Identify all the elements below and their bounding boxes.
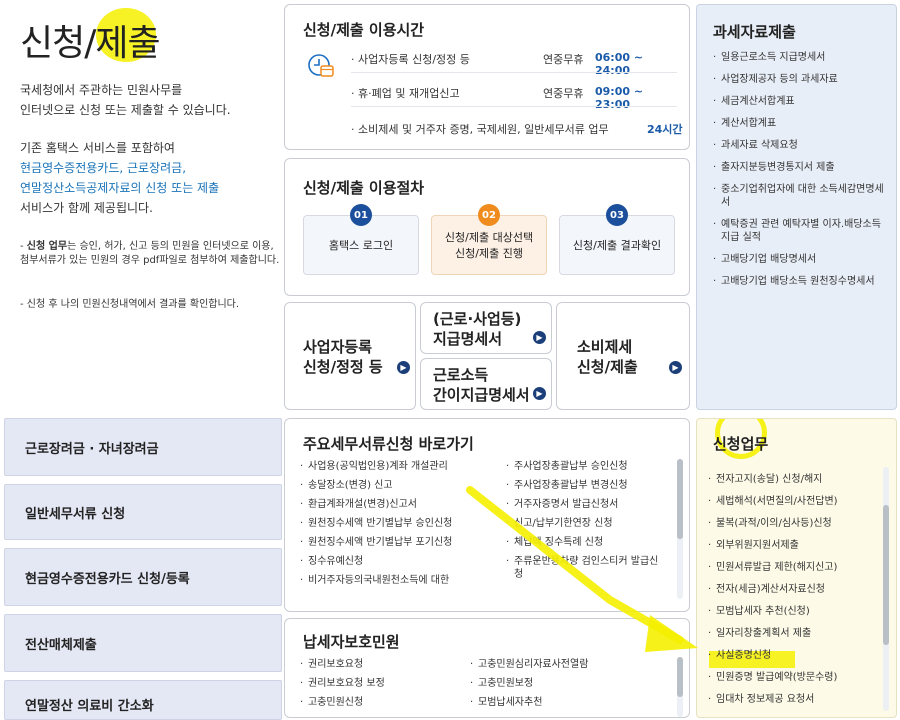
side-button-cash-receipt[interactable]: 현금영수증전용카드 신청/등록	[4, 548, 282, 606]
page-title: 신청/제출	[20, 23, 161, 64]
list-item[interactable]: 출자지분등변경통지서 제출	[711, 161, 891, 174]
protection-title: 납세자보호민원	[303, 633, 400, 651]
list-item[interactable]: 권리보호요청 보정	[299, 674, 459, 693]
tax-submit-title: 과세자료제출	[713, 23, 796, 41]
arrow-right-circle-icon: ▶	[533, 387, 546, 400]
side-button-media-submit[interactable]: 전산매체제출	[4, 614, 282, 672]
side-button-incentive[interactable]: 근로장려금 · 자녀장려금	[4, 418, 282, 476]
arrow-right-circle-icon: ▶	[397, 361, 410, 374]
arrow-right-circle-icon: ▶	[533, 331, 546, 344]
divider	[351, 106, 677, 107]
main-docs-title: 주요세무서류신청 바로가기	[303, 435, 474, 453]
arrow-right-circle-icon: ▶	[669, 361, 682, 374]
protection-list-1: 권리보호요청 권리보호요청 보정 고충민원신청	[299, 655, 459, 712]
procedure-title: 신청/제출 이용절차	[303, 179, 425, 197]
list-item[interactable]: 사업장제공자 등의 과세자료	[711, 73, 891, 86]
procedure-panel: 신청/제출 이용절차 홈택스 로그인 신청/제출 대상선택 신청/제출 진행 신…	[284, 158, 690, 296]
list-item[interactable]: 과세자료 삭제요청	[711, 139, 891, 152]
list-item[interactable]: 임대차 정보제공 요청서	[707, 693, 877, 706]
tax-submit-panel: 과세자료제출 일용근로소득 지급명세서 사업장제공자 등의 과세자료 세금계산서…	[696, 4, 897, 410]
hours-title: 신청/제출 이용시간	[303, 21, 425, 39]
scrollbar-thumb[interactable]	[883, 505, 889, 645]
side-button-general-docs[interactable]: 일반세무서류 신청	[4, 484, 282, 540]
highlight-arrow	[466, 486, 698, 652]
simple-stmt-button[interactable]: 근로소득 간이지급명세서 ▶	[420, 358, 552, 410]
hours-row: · 사업자등록 신청/정정 등 연중무휴 06:00 ~ 24:00	[351, 51, 644, 77]
list-item[interactable]: 민원증명 발급예약(방문수령)	[707, 671, 877, 684]
scrollbar[interactable]	[883, 467, 889, 711]
hours-row: · 휴·폐업 및 재개업신고 연중무휴 09:00 ~ 23:00	[351, 85, 644, 111]
list-item[interactable]: 일용근로소득 지급명세서	[711, 51, 891, 64]
list-item[interactable]: 세금계산서합계표	[711, 95, 891, 108]
list-item[interactable]: 고충민원보정	[469, 674, 649, 693]
list-item[interactable]: 계산서합계표	[711, 117, 891, 130]
apply-work-title: 신청업무	[713, 435, 769, 453]
intro-text-2: 기존 홈택스 서비스를 포함하여 현금영수증전용카드, 근로장려금, 연말정산소…	[20, 141, 220, 215]
step-number: 03	[606, 204, 628, 226]
note-1: - 신청 업무는 승인, 허가, 신고 등의 민원을 인터넷으로 이용, 첨부서…	[20, 241, 280, 266]
pay-stmt-button[interactable]: (근로·사업등) 지급명세서 ▶	[420, 302, 552, 354]
list-item[interactable]: 고충민원신청	[299, 693, 459, 712]
list-item[interactable]: 고배당기업 배당명세서	[711, 253, 891, 266]
side-button-medical[interactable]: 연말정산 의료비 간소화	[4, 680, 282, 720]
tax-submit-list: 일용근로소득 지급명세서 사업장제공자 등의 과세자료 세금계산서합계표 계산서…	[711, 51, 891, 297]
list-item[interactable]: 권리보호요청	[299, 655, 459, 674]
hours-row: · 소비제세 및 거주자 증명, 국제세원, 일반세무서류 업무 24시간	[351, 123, 683, 136]
step-number: 01	[350, 204, 372, 226]
list-item[interactable]: 예탁증권 관련 예탁자별 이자.배당소득 지급 실적	[711, 218, 891, 244]
hours-panel: 신청/제출 이용시간 · 사업자등록 신청/정정 등 연중무휴 06:00 ~ …	[284, 4, 690, 150]
list-item[interactable]: 중소기업취업자에 대한 소득세감면명세서	[711, 183, 891, 209]
step-number: 02	[478, 204, 500, 226]
biz-reg-button[interactable]: 사업자등록 신청/정정 등 ▶	[284, 302, 416, 410]
consumption-tax-button[interactable]: 소비제세 신청/제출 ▶	[556, 302, 690, 410]
note-2: - 신청 후 나의 민원신청내역에서 결과를 확인합니다.	[20, 299, 240, 310]
list-item[interactable]: 고배당기업 배당소득 원천징수명세서	[711, 275, 891, 288]
list-item[interactable]: 모범납세자추천	[469, 693, 649, 712]
divider	[351, 72, 677, 73]
intro-text: 국세청에서 주관하는 민원사무를 인터넷으로 신청 또는 제출할 수 있습니다.	[20, 83, 231, 117]
clock-calendar-icon	[307, 51, 335, 82]
